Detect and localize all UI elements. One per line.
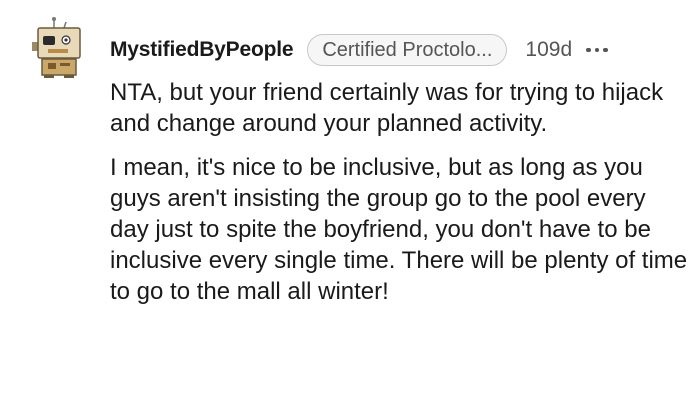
avatar[interactable] <box>30 16 88 78</box>
comment-age: 109d <box>525 38 573 61</box>
comment-body: NTA, but your friend certainly was for t… <box>110 77 690 307</box>
more-options-icon[interactable] <box>586 47 608 53</box>
comment-header: MystifiedByPeople Certified Proctolo... … <box>110 32 608 68</box>
robot-avatar-icon <box>32 17 81 78</box>
dot <box>594 47 600 53</box>
comment: MystifiedByPeople Certified Proctolo... … <box>0 0 700 408</box>
username-link[interactable]: MystifiedByPeople <box>110 38 294 62</box>
dot <box>603 47 608 53</box>
dot <box>586 47 591 53</box>
comment-paragraph: NTA, but your friend certainly was for t… <box>110 79 664 137</box>
comment-paragraph: I mean, it's nice to be inclusive, but a… <box>110 154 688 305</box>
user-flair: Certified Proctolo... <box>307 34 508 66</box>
